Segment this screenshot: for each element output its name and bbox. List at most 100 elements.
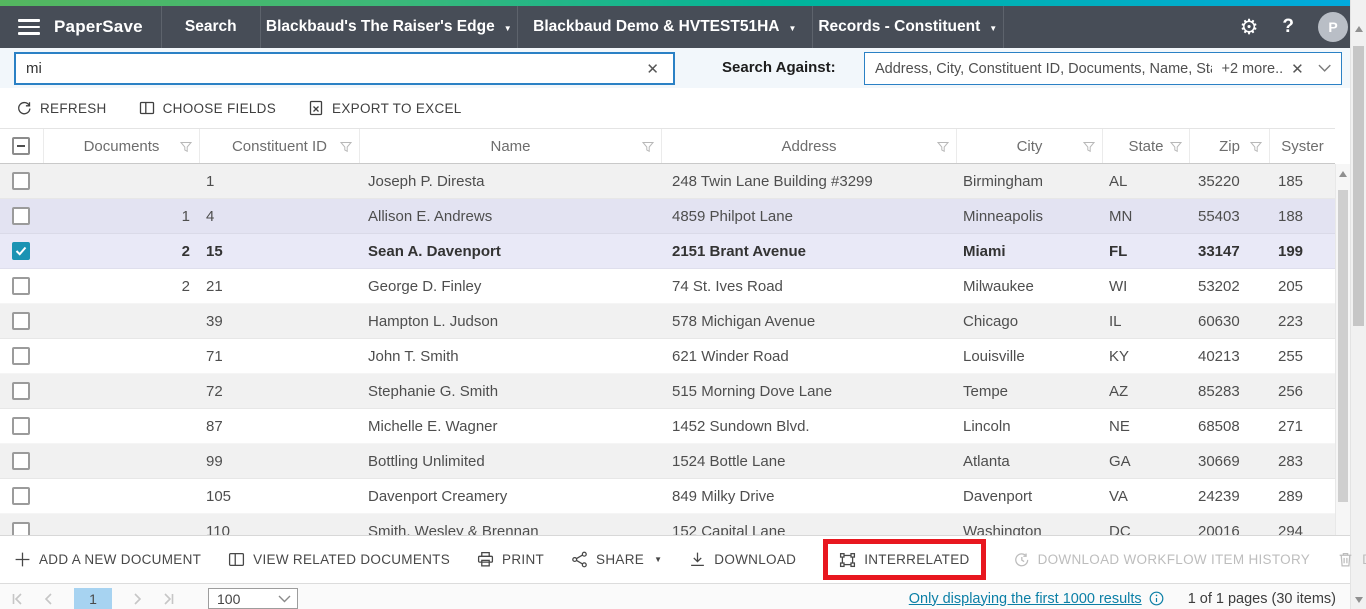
- filter-funnel-icon[interactable]: [642, 141, 654, 153]
- cell-system: 185: [1270, 164, 1335, 198]
- cell-name: Hampton L. Judson: [360, 304, 662, 338]
- last-page-button[interactable]: [162, 592, 176, 606]
- page-size-select[interactable]: 100: [208, 588, 298, 609]
- cell-name: John T. Smith: [360, 339, 662, 373]
- choose-fields-button[interactable]: CHOOSE FIELDS: [139, 100, 276, 116]
- nav-item-host-application[interactable]: Blackbaud's The Raiser's Edge ▼: [261, 6, 517, 48]
- cell-name: Allison E. Andrews: [360, 199, 662, 233]
- table-row[interactable]: 99 Bottling Unlimited 1524 Bottle Lane A…: [0, 444, 1335, 479]
- row-checkbox[interactable]: [12, 382, 30, 400]
- action-printer-button[interactable]: PRINT: [477, 551, 544, 568]
- clear-against-icon[interactable]: ✕: [1283, 60, 1312, 78]
- cell-documents: 2: [44, 269, 200, 303]
- action-history-button: DOWNLOAD WORKFLOW ITEM HISTORY: [1013, 551, 1311, 568]
- first-page-button[interactable]: [10, 592, 24, 606]
- row-checkbox[interactable]: [12, 242, 30, 260]
- cell-system: 289: [1270, 479, 1335, 513]
- select-all-checkbox[interactable]: [12, 137, 30, 155]
- table-row[interactable]: 72 Stephanie G. Smith 515 Morning Dove L…: [0, 374, 1335, 409]
- column-header-state[interactable]: State: [1103, 129, 1190, 163]
- page-scrollbar[interactable]: [1350, 0, 1366, 609]
- refresh-button[interactable]: REFRESH: [16, 100, 107, 116]
- indeterminate-dash: [17, 145, 25, 147]
- filter-funnel-icon[interactable]: [1250, 141, 1262, 153]
- column-header-zip[interactable]: Zip: [1190, 129, 1270, 163]
- next-page-button[interactable]: [130, 592, 144, 606]
- table-row[interactable]: 1 Joseph P. Diresta 248 Twin Lane Buildi…: [0, 164, 1335, 199]
- grid-scrollbar-thumb[interactable]: [1338, 190, 1348, 502]
- hamburger-menu-icon[interactable]: [18, 6, 40, 48]
- table-row[interactable]: 2 15 Sean A. Davenport 2151 Brant Avenue…: [0, 234, 1335, 269]
- action-interrelated-button[interactable]: INTERRELATED: [839, 551, 969, 568]
- column-header-address[interactable]: Address: [662, 129, 957, 163]
- search-against-dropdown[interactable]: Address, City, Constituent ID, Documents…: [864, 52, 1342, 85]
- column-header-documents[interactable]: Documents: [44, 129, 200, 163]
- results-limit-link[interactable]: Only displaying the first 1000 results: [909, 591, 1164, 607]
- column-header-name[interactable]: Name: [360, 129, 662, 163]
- action-trash-button: DELETE: [1337, 551, 1366, 568]
- previous-page-button[interactable]: [42, 592, 56, 606]
- cell-constituent-id: 71: [200, 339, 360, 373]
- table-row[interactable]: 39 Hampton L. Judson 578 Michigan Avenue…: [0, 304, 1335, 339]
- cell-documents: [44, 164, 200, 198]
- current-page-button[interactable]: 1: [74, 588, 112, 609]
- scroll-up-arrow[interactable]: [1355, 26, 1363, 32]
- row-checkbox[interactable]: [12, 277, 30, 295]
- action-share-button[interactable]: SHARE▼: [571, 551, 662, 568]
- cell-city: Louisville: [957, 339, 1103, 373]
- grid-scrollbar[interactable]: [1335, 164, 1350, 535]
- chevron-down-icon: [278, 595, 291, 603]
- table-row[interactable]: 71 John T. Smith 621 Winder Road Louisvi…: [0, 339, 1335, 374]
- table-row[interactable]: 105 Davenport Creamery 849 Milky Drive D…: [0, 479, 1335, 514]
- row-checkbox[interactable]: [12, 487, 30, 505]
- row-checkbox[interactable]: [12, 312, 30, 330]
- row-checkbox[interactable]: [12, 207, 30, 225]
- scroll-up-arrow[interactable]: [1339, 171, 1347, 177]
- row-checkbox[interactable]: [12, 172, 30, 190]
- cell-system: 199: [1270, 234, 1335, 268]
- settings-gear-icon[interactable]: ⚙: [1240, 15, 1259, 40]
- table-row[interactable]: 110 Smith, Wesley & Brennan 152 Capital …: [0, 514, 1335, 535]
- help-icon[interactable]: ?: [1282, 16, 1294, 38]
- cell-zip: 24239: [1190, 479, 1270, 513]
- filter-funnel-icon[interactable]: [340, 141, 352, 153]
- cell-zip: 85283: [1190, 374, 1270, 408]
- scroll-down-arrow[interactable]: [1355, 597, 1363, 603]
- chevron-down-icon[interactable]: [1318, 64, 1331, 73]
- filter-funnel-icon[interactable]: [937, 141, 949, 153]
- filter-funnel-icon[interactable]: [180, 141, 192, 153]
- cell-name: Joseph P. Diresta: [360, 164, 662, 198]
- row-checkbox[interactable]: [12, 452, 30, 470]
- table-row[interactable]: 1 4 Allison E. Andrews 4859 Philpot Lane…: [0, 199, 1335, 234]
- cell-zip: 30669: [1190, 444, 1270, 478]
- user-avatar[interactable]: P: [1318, 12, 1348, 42]
- row-checkbox[interactable]: [12, 347, 30, 365]
- search-input[interactable]: [16, 60, 632, 77]
- action-download-button[interactable]: DOWNLOAD: [689, 551, 796, 568]
- column-header-constituent-id[interactable]: Constituent ID: [200, 129, 360, 163]
- nav-item-database[interactable]: Blackbaud Demo & HVTEST51HA ▼: [518, 6, 812, 48]
- cell-address: 578 Michigan Avenue: [662, 304, 957, 338]
- column-header-system[interactable]: Syster: [1270, 129, 1335, 163]
- column-header-city[interactable]: City: [957, 129, 1103, 163]
- cell-address: 74 St. Ives Road: [662, 269, 957, 303]
- cell-city: Milwaukee: [957, 269, 1103, 303]
- filter-funnel-icon[interactable]: [1170, 141, 1182, 153]
- row-checkbox[interactable]: [12, 417, 30, 435]
- page-scrollbar-thumb[interactable]: [1353, 46, 1364, 326]
- filter-funnel-icon[interactable]: [1083, 141, 1095, 153]
- clear-search-icon[interactable]: ✕: [632, 60, 673, 78]
- download-icon: [689, 551, 706, 568]
- nav-item-search[interactable]: Search: [162, 6, 260, 48]
- cell-zip: 60630: [1190, 304, 1270, 338]
- export-to-excel-button[interactable]: EXPORT TO EXCEL: [308, 100, 462, 116]
- cell-city: Lincoln: [957, 409, 1103, 443]
- table-row[interactable]: 2 21 George D. Finley 74 St. Ives Road M…: [0, 269, 1335, 304]
- cell-system: 188: [1270, 199, 1335, 233]
- nav-item-records-constituent[interactable]: Records - Constituent ▼: [813, 6, 1003, 48]
- action-columns-button[interactable]: VIEW RELATED DOCUMENTS: [228, 551, 450, 568]
- action-plus-button[interactable]: ADD A NEW DOCUMENT: [14, 551, 201, 568]
- cell-state: IL: [1103, 304, 1190, 338]
- row-checkbox[interactable]: [12, 522, 30, 535]
- table-row[interactable]: 87 Michelle E. Wagner 1452 Sundown Blvd.…: [0, 409, 1335, 444]
